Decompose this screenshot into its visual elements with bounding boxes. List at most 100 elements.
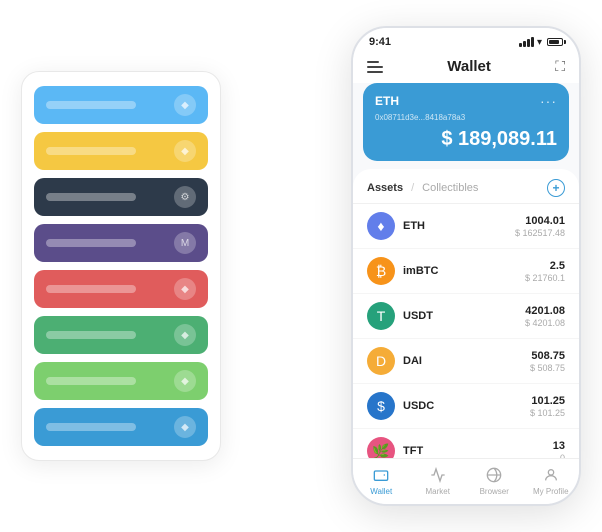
card-list-item-5[interactable]: ◆ <box>34 316 208 354</box>
card-list: ◆ ◆ ⚙ M ◆ ◆ ◆ ◆ <box>21 71 221 461</box>
hamburger-line-3 <box>367 71 383 73</box>
card-item-icon: ⚙ <box>174 186 196 208</box>
card-item-text <box>46 239 136 247</box>
nav-item-my-profile[interactable]: My Profile <box>523 465 580 496</box>
scene: ◆ ◆ ⚙ M ◆ ◆ ◆ ◆ 9:41 <box>21 16 581 516</box>
card-list-item-4[interactable]: ◆ <box>34 270 208 308</box>
asset-icon-imbtc: ₿ <box>367 257 395 285</box>
asset-name-eth: ETH <box>403 220 507 232</box>
nav-icon-wallet <box>371 465 391 485</box>
hamburger-line-2 <box>367 66 383 68</box>
eth-balance-value: $ 189,089.11 <box>441 128 557 150</box>
nav-label-market: Market <box>426 487 450 496</box>
card-list-item-3[interactable]: M <box>34 224 208 262</box>
asset-row-imbtc[interactable]: ₿ imBTC 2.5 $ 21760.1 <box>353 249 579 294</box>
card-list-item-1[interactable]: ◆ <box>34 132 208 170</box>
asset-row-tft[interactable]: 🌿 TFT 13 0 <box>353 429 579 458</box>
nav-icon-browser <box>484 465 504 485</box>
card-item-icon: ◆ <box>174 140 196 162</box>
asset-usd-usdc: $ 101.25 <box>530 408 565 418</box>
card-item-icon: ◆ <box>174 94 196 116</box>
signal-bar-1 <box>519 43 522 47</box>
asset-row-usdt[interactable]: T USDT 4201.08 $ 4201.08 <box>353 294 579 339</box>
phone-frame: 9:41 ▾ Wallet ⛶ <box>351 26 581 506</box>
asset-amount-tft: 13 <box>553 440 565 452</box>
card-list-item-0[interactable]: ◆ <box>34 86 208 124</box>
eth-card[interactable]: ETH ··· 0x08711d3e...8418a78a3 $ 189,089… <box>363 83 569 161</box>
card-item-text <box>46 423 136 431</box>
signal-bar-4 <box>531 37 534 47</box>
card-item-icon: ◆ <box>174 278 196 300</box>
asset-values-imbtc: 2.5 $ 21760.1 <box>525 260 565 283</box>
hamburger-line-1 <box>367 61 379 63</box>
tab-assets[interactable]: Assets <box>367 182 403 194</box>
signal-bar-2 <box>523 41 526 47</box>
asset-name-dai: DAI <box>403 355 522 367</box>
asset-usd-eth: $ 162517.48 <box>515 228 565 238</box>
assets-section: Assets / Collectibles + ♦ ETH 1004.01 $ … <box>353 169 579 458</box>
card-item-icon: ◆ <box>174 370 196 392</box>
phone-header: Wallet ⛶ <box>353 52 579 83</box>
card-list-item-7[interactable]: ◆ <box>34 408 208 446</box>
nav-item-wallet[interactable]: Wallet <box>353 465 410 496</box>
asset-values-usdc: 101.25 $ 101.25 <box>530 395 565 418</box>
tab-collectibles[interactable]: Collectibles <box>422 182 478 194</box>
card-item-icon: M <box>174 232 196 254</box>
eth-menu-dots[interactable]: ··· <box>540 93 557 109</box>
card-item-text <box>46 193 136 201</box>
asset-icon-dai: D <box>367 347 395 375</box>
asset-usd-dai: $ 508.75 <box>530 363 565 373</box>
asset-row-dai[interactable]: D DAI 508.75 $ 508.75 <box>353 339 579 384</box>
asset-amount-usdc: 101.25 <box>530 395 565 407</box>
asset-icon-usdt: T <box>367 302 395 330</box>
asset-icon-tft: 🌿 <box>367 437 395 458</box>
asset-amount-usdt: 4201.08 <box>525 305 565 317</box>
bottom-nav: Wallet Market Browser My Profile <box>353 458 579 504</box>
tabs-divider: / <box>411 182 414 194</box>
card-item-text <box>46 285 136 293</box>
asset-name-tft: TFT <box>403 445 545 457</box>
nav-icon-market <box>428 465 448 485</box>
asset-list: ♦ ETH 1004.01 $ 162517.48 ₿ imBTC 2.5 $ … <box>353 204 579 458</box>
card-item-text <box>46 377 136 385</box>
add-asset-button[interactable]: + <box>547 179 565 197</box>
card-item-text <box>46 331 136 339</box>
asset-amount-imbtc: 2.5 <box>525 260 565 272</box>
asset-values-tft: 13 0 <box>553 440 565 459</box>
asset-icon-eth: ♦ <box>367 212 395 240</box>
asset-name-usdc: USDC <box>403 400 522 412</box>
card-list-item-6[interactable]: ◆ <box>34 362 208 400</box>
signal-bar-3 <box>527 39 530 47</box>
expand-icon[interactable]: ⛶ <box>555 58 565 75</box>
asset-row-eth[interactable]: ♦ ETH 1004.01 $ 162517.48 <box>353 204 579 249</box>
eth-label: ETH <box>375 94 399 108</box>
card-list-item-2[interactable]: ⚙ <box>34 178 208 216</box>
card-item-icon: ◆ <box>174 416 196 438</box>
card-item-icon: ◆ <box>174 324 196 346</box>
nav-icon-profile <box>541 465 561 485</box>
asset-values-usdt: 4201.08 $ 4201.08 <box>525 305 565 328</box>
eth-address: 0x08711d3e...8418a78a3 <box>375 113 557 122</box>
eth-card-header: ETH ··· <box>375 93 557 109</box>
asset-name-usdt: USDT <box>403 310 517 322</box>
asset-values-eth: 1004.01 $ 162517.48 <box>515 215 565 238</box>
asset-values-dai: 508.75 $ 508.75 <box>530 350 565 373</box>
menu-icon[interactable] <box>367 61 383 73</box>
nav-item-market[interactable]: Market <box>410 465 467 496</box>
asset-name-imbtc: imBTC <box>403 265 517 277</box>
status-bar: 9:41 ▾ <box>353 28 579 52</box>
asset-row-usdc[interactable]: $ USDC 101.25 $ 101.25 <box>353 384 579 429</box>
asset-amount-dai: 508.75 <box>530 350 565 362</box>
nav-label-profile: My Profile <box>533 487 569 496</box>
asset-usd-imbtc: $ 21760.1 <box>525 273 565 283</box>
asset-icon-usdc: $ <box>367 392 395 420</box>
nav-item-browser[interactable]: Browser <box>466 465 523 496</box>
status-time: 9:41 <box>369 36 391 48</box>
asset-amount-eth: 1004.01 <box>515 215 565 227</box>
status-icons: ▾ <box>519 37 563 48</box>
header-title: Wallet <box>447 58 491 75</box>
nav-label-wallet: Wallet <box>370 487 392 496</box>
eth-balance: $ 189,089.11 <box>375 128 557 151</box>
assets-header: Assets / Collectibles + <box>353 169 579 204</box>
wifi-icon: ▾ <box>537 37 542 48</box>
